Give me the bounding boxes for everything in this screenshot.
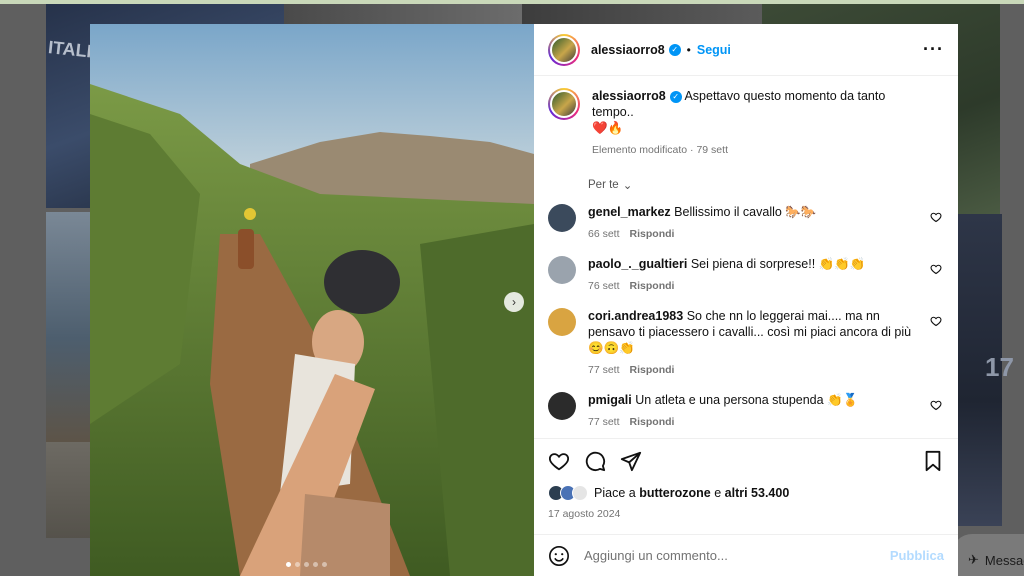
add-comment-bar: Aggiungi un commento... Pubblica — [534, 534, 958, 576]
comment-input[interactable]: Aggiungi un commento... — [584, 548, 890, 563]
profile-grid-tile[interactable] — [522, 4, 762, 26]
carousel-dot — [322, 562, 327, 567]
post-modal: › alessiaorro8 ✓ • Segui ··· alessiaorro… — [90, 24, 958, 576]
comment-row: pmigali Un atleta e una persona stupenda… — [548, 392, 944, 430]
comment-text: Un atleta e una persona stupenda 👏🏅 — [635, 393, 859, 407]
comment-age: 77 sett — [588, 416, 620, 428]
comment-like-heart-icon[interactable] — [930, 314, 942, 327]
more-options-icon[interactable]: ··· — [923, 39, 944, 60]
liked-by-prefix: Piace a — [594, 486, 636, 500]
comment-text: Bellissimo il cavallo 🐎🐎 — [674, 205, 817, 219]
comment-text: Sei piena di sorprese!! 👏👏👏 — [690, 257, 866, 271]
commenter-username[interactable]: pmigali — [588, 393, 632, 407]
caption-emojis: ❤️🔥 — [592, 121, 624, 135]
likes-summary[interactable]: Piace a butterozone e altri 53.400 — [534, 482, 958, 504]
bookmark-icon[interactable] — [922, 450, 944, 472]
commenter-username[interactable]: genel_markez — [588, 205, 671, 219]
author-avatar[interactable] — [548, 88, 580, 120]
post-header: alessiaorro8 ✓ • Segui ··· — [534, 24, 958, 76]
commenter-avatar[interactable] — [548, 392, 576, 420]
commenter-avatar[interactable] — [548, 308, 576, 336]
carousel-indicator — [286, 562, 327, 567]
caption-author[interactable]: alessiaorro8 — [592, 89, 666, 103]
jersey-number: 17 — [985, 352, 1014, 382]
verified-badge-icon: ✓ — [669, 90, 682, 103]
post-photo[interactable]: › — [90, 24, 534, 576]
reply-button[interactable]: Rispondi — [630, 228, 675, 240]
comment-like-heart-icon[interactable] — [930, 210, 942, 223]
reply-button[interactable]: Rispondi — [630, 416, 675, 428]
profile-grid-tile[interactable] — [46, 442, 90, 538]
comment-filter-dropdown[interactable]: Per te ⌄ — [588, 178, 944, 192]
carousel-dot — [304, 562, 309, 567]
post-date: 17 agosto 2024 — [548, 508, 621, 520]
liked-by-rest[interactable]: altri 53.400 — [725, 486, 790, 500]
profile-grid-tile[interactable] — [284, 4, 522, 26]
carousel-dot — [295, 562, 300, 567]
reply-button[interactable]: Rispondi — [630, 364, 675, 376]
heart-icon[interactable] — [548, 450, 570, 472]
post-details-panel: alessiaorro8 ✓ • Segui ··· alessiaorro8 ✓… — [534, 24, 958, 576]
comment-like-heart-icon[interactable] — [930, 262, 942, 275]
carousel-dot — [313, 562, 318, 567]
liked-by-conjunction: e — [714, 486, 722, 500]
chevron-down-icon: ⌄ — [622, 180, 633, 192]
messages-button[interactable]: ✈ Messagg — [952, 534, 1024, 576]
comment-icon[interactable] — [584, 450, 606, 472]
caption-row: alessiaorro8 ✓ Aspettavo questo momento d… — [548, 88, 944, 158]
share-icon[interactable] — [620, 450, 642, 472]
comment-row: genel_markez Bellissimo il cavallo 🐎🐎 66 … — [548, 204, 944, 242]
author-username[interactable]: alessiaorro8 — [591, 43, 665, 57]
reply-button[interactable]: Rispondi — [630, 280, 675, 292]
commenter-avatar[interactable] — [548, 256, 576, 284]
carousel-dot — [286, 562, 291, 567]
post-actions-bar — [534, 438, 958, 482]
follow-button[interactable]: Segui — [697, 43, 731, 57]
comment-filter-label: Per te — [588, 179, 619, 191]
comment-age: 66 sett — [588, 228, 620, 240]
comment-age: 76 sett — [588, 280, 620, 292]
edited-label: Elemento modificato · 79 sett — [592, 144, 728, 156]
comments-list[interactable]: alessiaorro8 ✓ Aspettavo questo momento d… — [534, 76, 958, 438]
commenter-username[interactable]: cori.andrea1983 — [588, 309, 683, 323]
verified-badge-icon: ✓ — [668, 43, 681, 56]
liker-avatars — [548, 485, 588, 501]
horse-trail-photo — [90, 24, 534, 576]
messages-label: Messagg — [984, 552, 1024, 568]
comment-row: paolo_._gualtieri Sei piena di sorprese!… — [548, 256, 944, 294]
liked-by-user[interactable]: butterozone — [639, 486, 711, 500]
next-photo-button[interactable]: › — [504, 292, 524, 312]
comment-age: 77 sett — [588, 364, 620, 376]
emoji-icon[interactable] — [548, 545, 570, 567]
comment-like-heart-icon[interactable] — [930, 398, 942, 411]
chevron-right-icon: › — [512, 295, 516, 309]
author-avatar[interactable] — [548, 33, 580, 66]
comment-row: cori.andrea1983 So che nn lo leggerai ma… — [548, 308, 944, 378]
paper-plane-icon: ✈ — [968, 552, 979, 567]
commenter-avatar[interactable] — [548, 204, 576, 232]
publish-button[interactable]: Pubblica — [890, 548, 944, 563]
commenter-username[interactable]: paolo_._gualtieri — [588, 257, 687, 271]
profile-grid-tile[interactable] — [46, 212, 90, 442]
separator-dot: • — [686, 42, 691, 57]
